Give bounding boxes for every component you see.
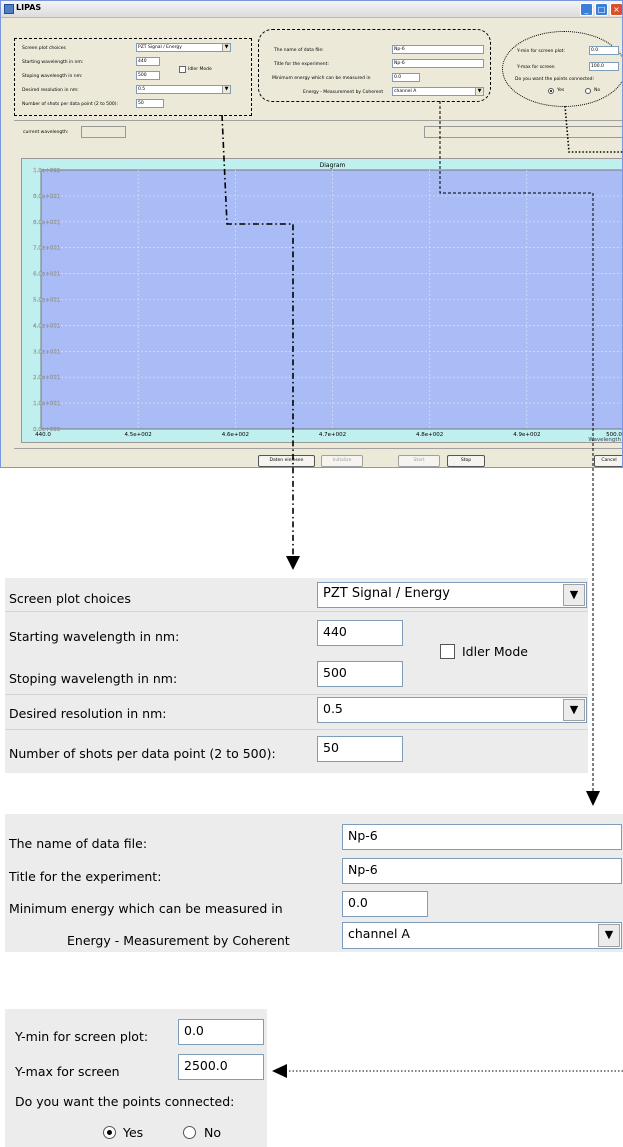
chevron-down-icon: ▼ [563,699,585,721]
idler-mode-checkbox[interactable] [440,644,455,659]
data-file-name-label: The name of data file: [9,836,148,851]
screen-plot-select[interactable]: PZT Signal / Energy ▼ [317,582,587,608]
data-file-name-input[interactable]: Np-6 [342,824,622,850]
screen-range-zoom-panel: Y-min for screen plot: 0.0 Y-max for scr… [5,1009,267,1147]
yes-label: Yes [123,1125,144,1140]
experiment-title-label: Title for the experiment: [9,869,162,884]
stop-wavelength-label: Stoping wavelength in nm: [9,671,178,686]
ymin-input[interactable]: 0.0 [178,1019,264,1045]
experiment-title-input[interactable]: Np-6 [342,858,622,884]
callout-connectors [221,101,623,1078]
energy-measurement-select[interactable]: channel A ▼ [342,922,622,949]
row-divider [5,729,588,730]
shots-input[interactable]: 50 [317,736,403,762]
settings-zoom-panel: Screen plot choices PZT Signal / Energy … [5,578,588,773]
resolution-value: 0.5 [323,701,343,716]
ymax-input[interactable]: 2500.0 [178,1054,264,1080]
stop-wavelength-input[interactable]: 500 [317,661,403,687]
points-connected-label: Do you want the points connected: [15,1094,235,1109]
resolution-select[interactable]: 0.5 ▼ [317,697,587,723]
chevron-down-icon: ▼ [563,584,585,606]
min-energy-label: Minimum energy which can be measured in [9,901,283,916]
yes-radio[interactable] [103,1126,116,1139]
resolution-label: Desired resolution in nm: [9,706,167,721]
chevron-down-icon: ▼ [598,924,620,947]
screen-plot-value: PZT Signal / Energy [323,586,450,601]
ymax-label: Y-max for screen [15,1064,120,1079]
row-divider [5,611,588,612]
no-radio[interactable] [183,1126,196,1139]
ymin-label: Y-min for screen plot: [15,1029,149,1044]
idler-mode-label: Idler Mode [462,644,528,659]
min-energy-input[interactable]: 0.0 [342,891,428,917]
energy-measurement-value: channel A [348,926,410,941]
shots-label: Number of shots per data point (2 to 500… [9,746,276,761]
no-label: No [204,1125,221,1140]
start-wavelength-label: Starting wavelength in nm: [9,629,180,644]
row-divider [5,694,588,695]
energy-measurement-label: Energy - Measurement by Coherent [67,933,290,948]
screen-plot-label: Screen plot choices [9,591,131,606]
start-wavelength-input[interactable]: 440 [317,620,403,646]
datafile-zoom-panel: The name of data file: Np-6 Title for th… [5,814,623,952]
